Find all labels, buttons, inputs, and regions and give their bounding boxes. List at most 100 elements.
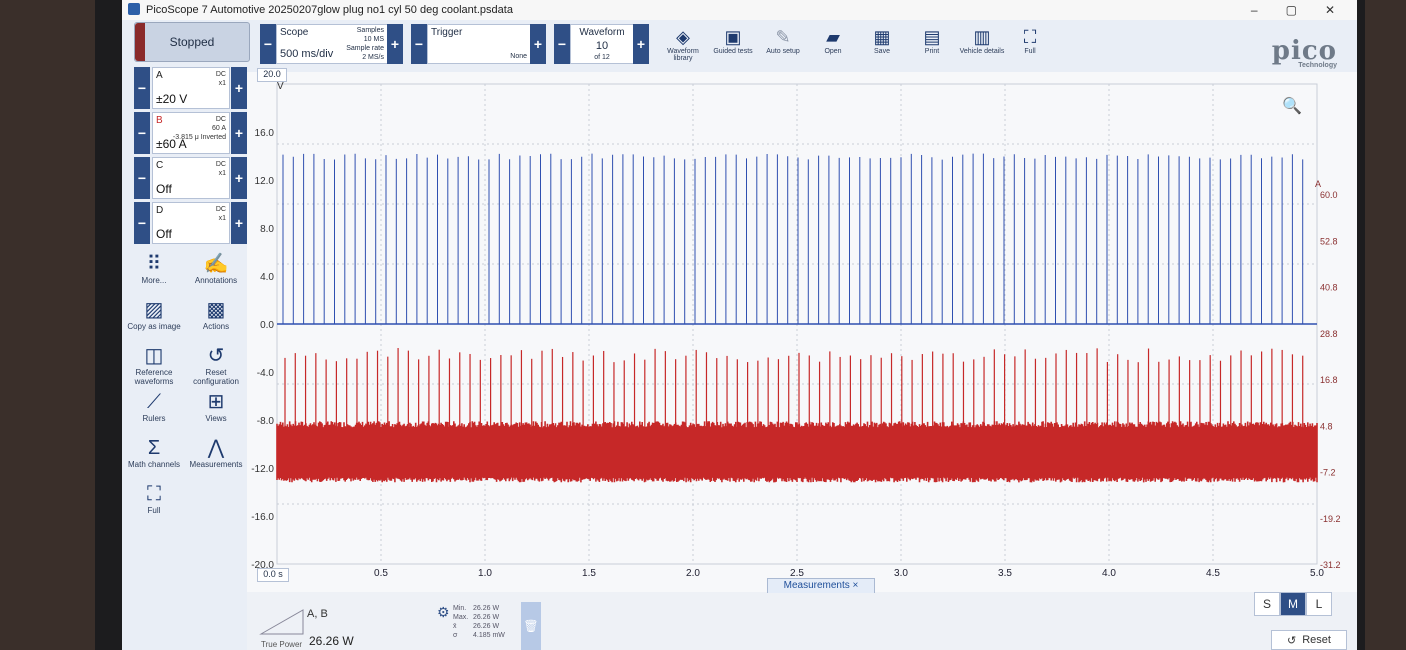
more-button[interactable]: ⠿ More...	[124, 252, 184, 285]
tool-label: Full	[1024, 48, 1036, 55]
measurement-type: True Power	[261, 640, 303, 649]
channel-a-plus-button[interactable]: +	[231, 67, 247, 109]
guided-tests-button[interactable]: ▣ Guided tests	[707, 26, 759, 55]
car-icon: ▣	[724, 27, 742, 47]
waveform-next-button[interactable]: +	[633, 24, 649, 64]
maximize-button[interactable]: ▢	[1286, 3, 1297, 17]
x-tick-label: 0.5	[374, 568, 388, 579]
minimize-button[interactable]: –	[1251, 3, 1258, 17]
size-s-button[interactable]: S	[1254, 592, 1280, 616]
run-stop-button[interactable]: Stopped	[134, 22, 250, 62]
copy-as-image-button[interactable]: ▨ Copy as image	[124, 298, 184, 331]
view-size-selector: S M L	[1254, 592, 1332, 616]
channel-c-minus-button[interactable]: −	[134, 157, 150, 199]
print-button[interactable]: ▤ Print	[906, 26, 958, 55]
trigger-minus-button[interactable]: −	[411, 24, 427, 64]
waveform-previous-button[interactable]: −	[554, 24, 570, 64]
channel-a-settings[interactable]: A DC x1 ±20 V	[152, 67, 230, 109]
y-tick-label: 0.0	[260, 320, 274, 331]
right-tick-label: 4.8	[1320, 421, 1333, 431]
channel-range: ±20 V	[156, 92, 188, 106]
save-button[interactable]: ▦ Save	[856, 26, 908, 55]
size-l-button[interactable]: L	[1306, 592, 1332, 616]
y-unit: V	[277, 81, 284, 92]
waveform-library-button[interactable]: ◈ Waveform library	[657, 26, 709, 62]
side-label: Copy as image	[127, 322, 181, 331]
channel-a-minus-button[interactable]: −	[134, 67, 150, 109]
vehicle-details-button[interactable]: ▥ Vehicle details	[956, 26, 1008, 55]
image-copy-icon: ▨	[144, 299, 164, 321]
trigger-settings[interactable]: Trigger None	[427, 24, 531, 64]
timebase-value: 500 ms/div	[280, 48, 334, 60]
timebase-plus-button[interactable]: +	[387, 24, 403, 64]
waveform-index: 10	[595, 40, 609, 52]
reset-configuration-button[interactable]: ↺ Reset configuration	[186, 344, 246, 386]
channel-c-plus-button[interactable]: +	[231, 157, 247, 199]
rulers-button[interactable]: ⟋ Rulers	[124, 390, 184, 423]
open-button[interactable]: ▰ Open	[807, 26, 859, 55]
channel-name: B	[156, 115, 163, 126]
auto-setup-button[interactable]: ✎ Auto setup	[757, 26, 809, 55]
waveform-canvas[interactable]: 16.012.08.04.00.0-4.0-8.0-12.0-16.0-20.0…	[247, 72, 1357, 592]
measurement-value: 26.26 W	[309, 634, 354, 648]
channel-b[interactable]: − B DC 60 A -3.815 μ Inverted ±60 A +	[134, 112, 247, 154]
scope-title: Scope	[280, 27, 309, 38]
stop-indicator	[135, 23, 145, 61]
trash-icon: 🗑	[523, 619, 539, 633]
sample-rate-value: 2 MS/s	[362, 54, 384, 61]
full-screen-button[interactable]: ⛶ Full	[1004, 26, 1056, 55]
channel-b-minus-button[interactable]: −	[134, 112, 150, 154]
gear-icon[interactable]: ⚙	[437, 604, 450, 621]
channel-d-minus-button[interactable]: −	[134, 202, 150, 244]
y-top-box[interactable]: 20.0	[257, 68, 287, 82]
save-icon: ▦	[873, 27, 891, 47]
y-tick-label: -12.0	[251, 464, 274, 475]
tool-label: Waveform library	[667, 48, 699, 62]
channel-d-plus-button[interactable]: +	[231, 202, 247, 244]
side-label: Reset configuration	[193, 368, 239, 386]
trigger-plus-button[interactable]: +	[530, 24, 546, 64]
full-view-button[interactable]: ⛶ Full	[124, 482, 184, 515]
math-channels-button[interactable]: Σ Math channels	[124, 436, 184, 469]
sidebar: − A DC x1 ±20 V + − B DC 60 A -3.815 μ Inve…	[122, 67, 247, 650]
channel-d-settings[interactable]: D DC x1 Off	[152, 202, 230, 244]
measurements-button[interactable]: ⋀ Measurements	[186, 436, 246, 469]
right-unit: A	[1315, 179, 1322, 189]
title-bar: PicoScope 7 Automotive 20250207glow plug…	[122, 0, 1357, 20]
timebase-minus-button[interactable]: −	[260, 24, 276, 64]
close-button[interactable]: ✕	[1325, 3, 1335, 17]
x-tick-label: 3.5	[998, 568, 1012, 579]
scope-settings[interactable]: Scope 500 ms/div Samples 10 MS Sample ra…	[276, 24, 388, 64]
fullscreen-icon: ⛶	[1023, 27, 1037, 47]
channel-c-settings[interactable]: C DC x1 Off	[152, 157, 230, 199]
clapper-icon: ▩	[206, 299, 226, 321]
delete-measurement-button[interactable]: 🗑	[521, 602, 541, 650]
channel-d[interactable]: − D DC x1 Off +	[134, 202, 247, 244]
actions-button[interactable]: ▩ Actions	[186, 298, 246, 331]
side-label: More...	[141, 276, 167, 285]
reset-button[interactable]: ↺ Reset	[1271, 630, 1347, 650]
channel-coupling: DC x1	[215, 71, 226, 87]
channel-b-plus-button[interactable]: +	[231, 112, 247, 154]
annotation-pen-icon: ✍	[203, 253, 229, 275]
run-status-label: Stopped	[169, 35, 215, 49]
size-m-button[interactable]: M	[1280, 592, 1306, 616]
reference-wave-icon: ◫	[144, 345, 164, 367]
y-tick-label: -8.0	[257, 416, 275, 427]
channel-c[interactable]: − C DC x1 Off +	[134, 157, 247, 199]
views-button[interactable]: ⊞ Views	[186, 390, 246, 423]
reference-waveforms-button[interactable]: ◫ Reference waveforms	[124, 344, 184, 386]
x-start-box[interactable]: 0.0 s	[257, 568, 289, 582]
waveform-navigator[interactable]: Waveform 10 of 12	[570, 24, 634, 64]
channel-range: Off	[156, 182, 172, 196]
right-tick-label: 16.8	[1320, 375, 1338, 385]
channel-a[interactable]: − A DC x1 ±20 V +	[134, 67, 247, 109]
channel-coupling: DC x1	[215, 161, 226, 177]
dots-grid-icon: ⠿	[146, 253, 162, 275]
scope-plot[interactable]: 16.0 12.0 8.0 4.0 0.0 -4.0 -8.0 -12.0 -16.0 -20.0…	[247, 68, 1357, 592]
magnifier-icon[interactable]: 🔍	[1282, 96, 1302, 116]
measurements-tab[interactable]: Measurements ×	[767, 578, 875, 593]
annotations-button[interactable]: ✍ Annotations	[186, 252, 246, 285]
samples-value: 10 MS	[363, 36, 384, 43]
channel-b-settings[interactable]: B DC 60 A -3.815 μ Inverted ±60 A	[152, 112, 230, 154]
